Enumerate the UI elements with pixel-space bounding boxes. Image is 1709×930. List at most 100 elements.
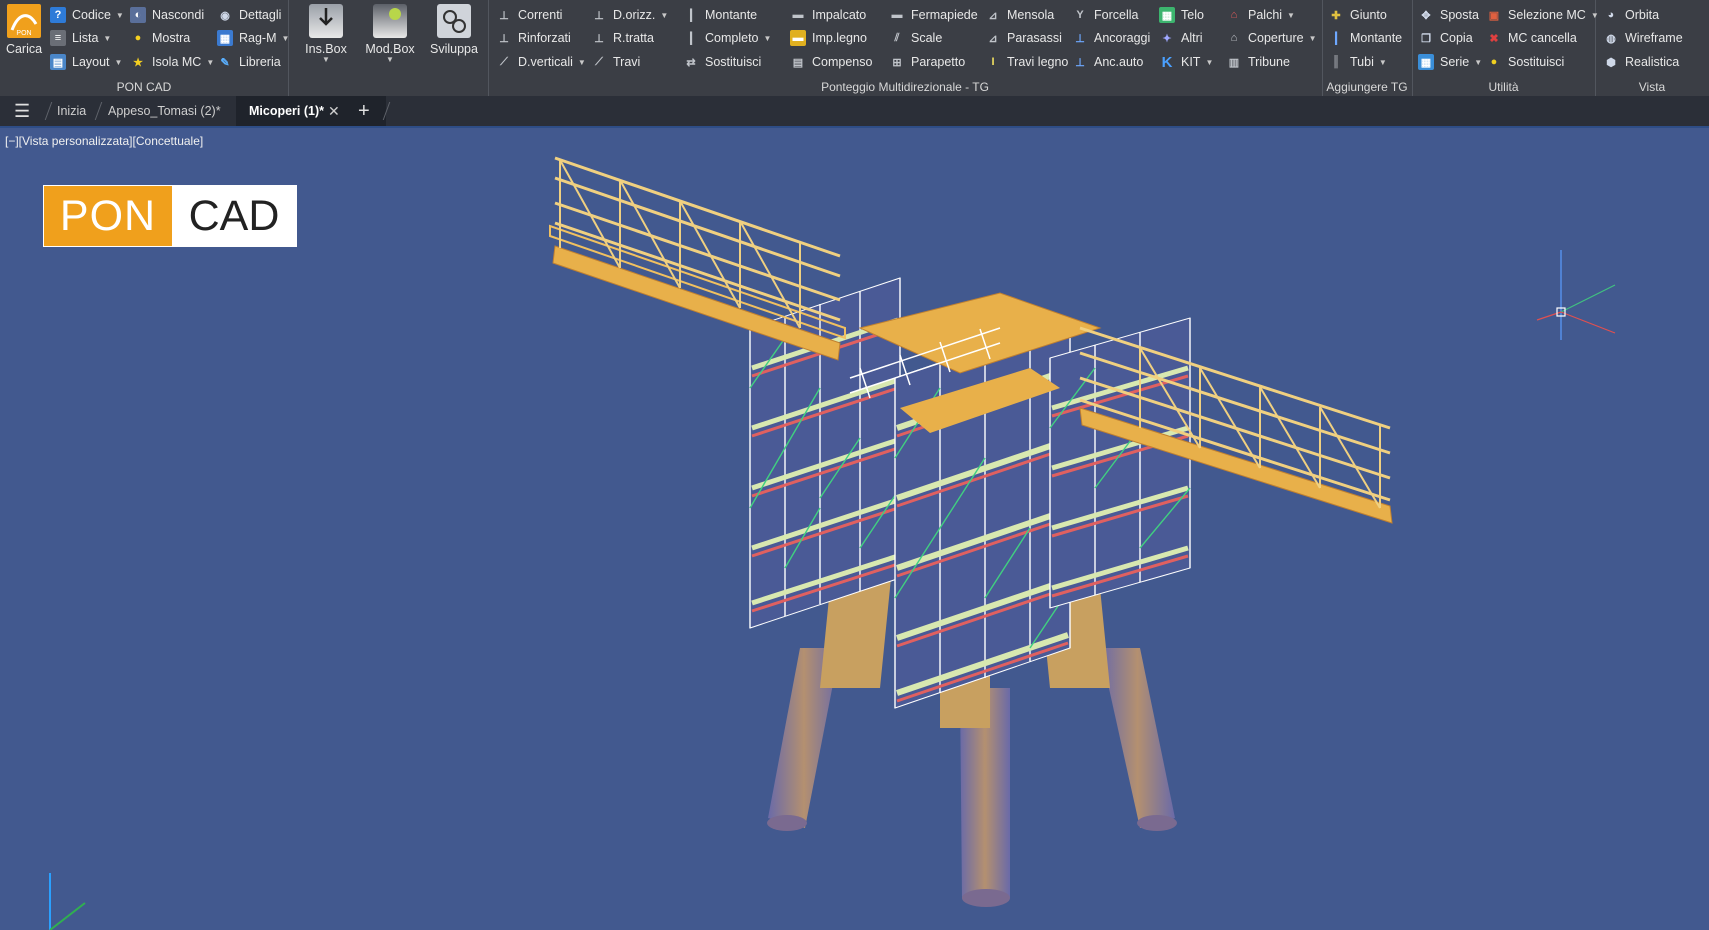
rag-icon: ▦ bbox=[217, 30, 233, 46]
d-verticali-button[interactable]: ⟋ D.verticali ▼ bbox=[496, 51, 586, 73]
ancoraggi-label: Ancoraggi bbox=[1094, 31, 1151, 45]
scaffold-tower-right bbox=[1049, 317, 1191, 609]
scale-label: Scale bbox=[911, 31, 943, 45]
altri-button[interactable]: ✦ Altri bbox=[1159, 27, 1203, 49]
compenso-button[interactable]: ▤ Compenso bbox=[790, 51, 873, 73]
toeboard-icon: ▬ bbox=[891, 9, 903, 21]
sviluppa-label: Sviluppa bbox=[430, 42, 478, 56]
select-icon: ▣ bbox=[1488, 9, 1500, 22]
impalcato-button[interactable]: ▬ Impalcato bbox=[790, 4, 867, 26]
ins-box-button[interactable]: Ins.Box ▼ bbox=[298, 4, 354, 64]
isola-mc-button[interactable]: ★ Isola MC ▼ bbox=[130, 51, 214, 73]
chevron-down-icon: ▼ bbox=[577, 57, 586, 67]
deck-icon: ▬ bbox=[792, 9, 804, 21]
coperture-button[interactable]: ⌂ Coperture ▼ bbox=[1226, 27, 1317, 49]
delete-icon: ✖ bbox=[1489, 32, 1499, 45]
chevron-down-icon: ▼ bbox=[1205, 57, 1214, 67]
libreria-button[interactable]: ✎ Libreria bbox=[217, 51, 280, 73]
giunto-label: Giunto bbox=[1350, 8, 1387, 22]
correnti-button[interactable]: ⊥ Correnti bbox=[496, 4, 562, 26]
stairs-icon: ⫽ bbox=[894, 31, 900, 44]
sostituisci-util-button[interactable]: ● Sostituisci bbox=[1486, 51, 1565, 73]
altri-label: Altri bbox=[1181, 31, 1203, 45]
panel-box: Ins.Box ▼ Mod.Box ▼ Sviluppa bbox=[288, 0, 489, 96]
panel-title-poncad: PON CAD bbox=[116, 80, 172, 94]
mensola-button[interactable]: ⊿ Mensola bbox=[985, 4, 1054, 26]
forcella-button[interactable]: Y Forcella bbox=[1072, 4, 1138, 26]
anc-auto-button[interactable]: ⊥ Anc.auto bbox=[1072, 51, 1143, 73]
palchi-label: Palchi bbox=[1248, 8, 1283, 22]
anchor-icon: ⊥ bbox=[1075, 32, 1085, 45]
tab-micoperi[interactable]: Micoperi (1)* bbox=[249, 96, 324, 126]
close-tab-icon[interactable]: ✕ bbox=[328, 96, 340, 126]
giunto-button[interactable]: ✚ Giunto bbox=[1328, 4, 1387, 26]
completo-button[interactable]: ┃ Completo ▼ bbox=[683, 27, 772, 49]
copia-button[interactable]: ❐ Copia bbox=[1418, 27, 1473, 49]
viewcube-axis-icon[interactable] bbox=[1525, 245, 1625, 345]
montante-label: Montante bbox=[705, 8, 758, 22]
mod-box-button[interactable]: Mod.Box ▼ bbox=[362, 4, 418, 64]
orbita-button[interactable]: ◕ Orbita bbox=[1603, 4, 1659, 26]
carica-button[interactable]: PON Carica bbox=[0, 4, 48, 56]
selezione-mc-button[interactable]: ▣ Selezione MC ▼ bbox=[1486, 4, 1599, 26]
rinforzati-button[interactable]: ⊥ Rinforzati bbox=[496, 27, 571, 49]
montante-tg-button[interactable]: ┃ Montante bbox=[1328, 27, 1402, 49]
lista-button[interactable]: ≡ Lista ▼ bbox=[50, 27, 111, 49]
dettagli-button[interactable]: ◉ Dettagli bbox=[217, 4, 281, 26]
serie-button[interactable]: ▦ Serie ▼ bbox=[1418, 51, 1482, 73]
sviluppa-button[interactable]: Sviluppa bbox=[426, 4, 482, 56]
fork-head-icon: Y bbox=[1076, 9, 1084, 21]
tribune-button[interactable]: ▥ Tribune bbox=[1226, 51, 1290, 73]
d-orizz-button[interactable]: ⊥ D.orizz. ▼ bbox=[591, 4, 668, 26]
telo-button[interactable]: ▦ Telo bbox=[1159, 4, 1204, 26]
hamburger-menu-icon[interactable]: ☰ bbox=[14, 96, 30, 126]
tab-inizia[interactable]: Inizia bbox=[57, 96, 86, 126]
tab-separator bbox=[94, 102, 103, 120]
tab-separator bbox=[44, 102, 53, 120]
tab-appeso-tomasi[interactable]: Appeso_Tomasi (2)* bbox=[108, 96, 221, 126]
mc-cancella-button[interactable]: ✖ MC cancella bbox=[1486, 27, 1577, 49]
travi-button[interactable]: ⟋ Travi bbox=[591, 51, 640, 73]
nascondi-button[interactable]: ◐ Nascondi bbox=[130, 4, 204, 26]
tubi-label: Tubi bbox=[1350, 55, 1374, 69]
rag-m-button[interactable]: ▦ Rag-M ▼ bbox=[217, 27, 289, 49]
tubi-button[interactable]: ║ Tubi ▼ bbox=[1328, 51, 1387, 73]
scale-button[interactable]: ⫽ Scale bbox=[889, 27, 943, 49]
ins-box-label: Ins.Box bbox=[305, 42, 347, 56]
bulb-icon: ● bbox=[134, 32, 142, 44]
realistica-button[interactable]: ⬢ Realistica bbox=[1603, 51, 1679, 73]
travi-legno-label: Travi legno bbox=[1007, 55, 1069, 69]
nascondi-label: Nascondi bbox=[152, 8, 205, 22]
parasassi-button[interactable]: ⊿ Parasassi bbox=[985, 27, 1062, 49]
standard-icon: ┃ bbox=[687, 9, 695, 22]
codice-button[interactable]: ? Codice ▼ bbox=[50, 4, 124, 26]
mc-cancella-label: MC cancella bbox=[1508, 31, 1577, 45]
mostra-button[interactable]: ● Mostra bbox=[130, 27, 191, 49]
layout-button[interactable]: ▤ Layout ▼ bbox=[50, 51, 122, 73]
timber-beam-icon: I bbox=[991, 56, 995, 68]
imp-legno-label: Imp.legno bbox=[812, 31, 867, 45]
kit-button[interactable]: K KIT ▼ bbox=[1159, 51, 1214, 73]
kit-icon: K bbox=[1161, 53, 1173, 71]
poncad-logo-icon: PON bbox=[7, 4, 41, 38]
gears-icon bbox=[437, 4, 471, 38]
sostituisci-button[interactable]: ⇄ Sostituisci bbox=[683, 51, 761, 73]
selezione-mc-label: Selezione MC bbox=[1508, 8, 1586, 22]
copia-label: Copia bbox=[1440, 31, 1473, 45]
sposta-button[interactable]: ✥ Sposta bbox=[1418, 4, 1479, 26]
r-tratta-button[interactable]: ⊥ R.tratta bbox=[591, 27, 654, 49]
imp-legno-button[interactable]: ▬ Imp.legno bbox=[790, 27, 867, 49]
ancoraggi-button[interactable]: ⊥ Ancoraggi bbox=[1072, 27, 1150, 49]
compenso-label: Compenso bbox=[812, 55, 873, 69]
fermapiede-button[interactable]: ▬ Fermapiede bbox=[889, 4, 978, 26]
wireframe-button[interactable]: ◍ Wireframe bbox=[1603, 27, 1682, 49]
chevron-down-icon: ▼ bbox=[1378, 57, 1387, 67]
new-tab-plus-icon[interactable]: + bbox=[358, 96, 370, 126]
3d-model-viewport[interactable] bbox=[0, 128, 1709, 930]
parapetto-button[interactable]: ⊞ Parapetto bbox=[889, 51, 965, 73]
montante-button[interactable]: ┃ Montante bbox=[683, 4, 757, 26]
correnti-label: Correnti bbox=[518, 8, 563, 22]
palchi-button[interactable]: ⌂ Palchi ▼ bbox=[1226, 4, 1295, 26]
svg-text:PON: PON bbox=[16, 30, 31, 37]
travi-legno-button[interactable]: I Travi legno bbox=[985, 51, 1068, 73]
